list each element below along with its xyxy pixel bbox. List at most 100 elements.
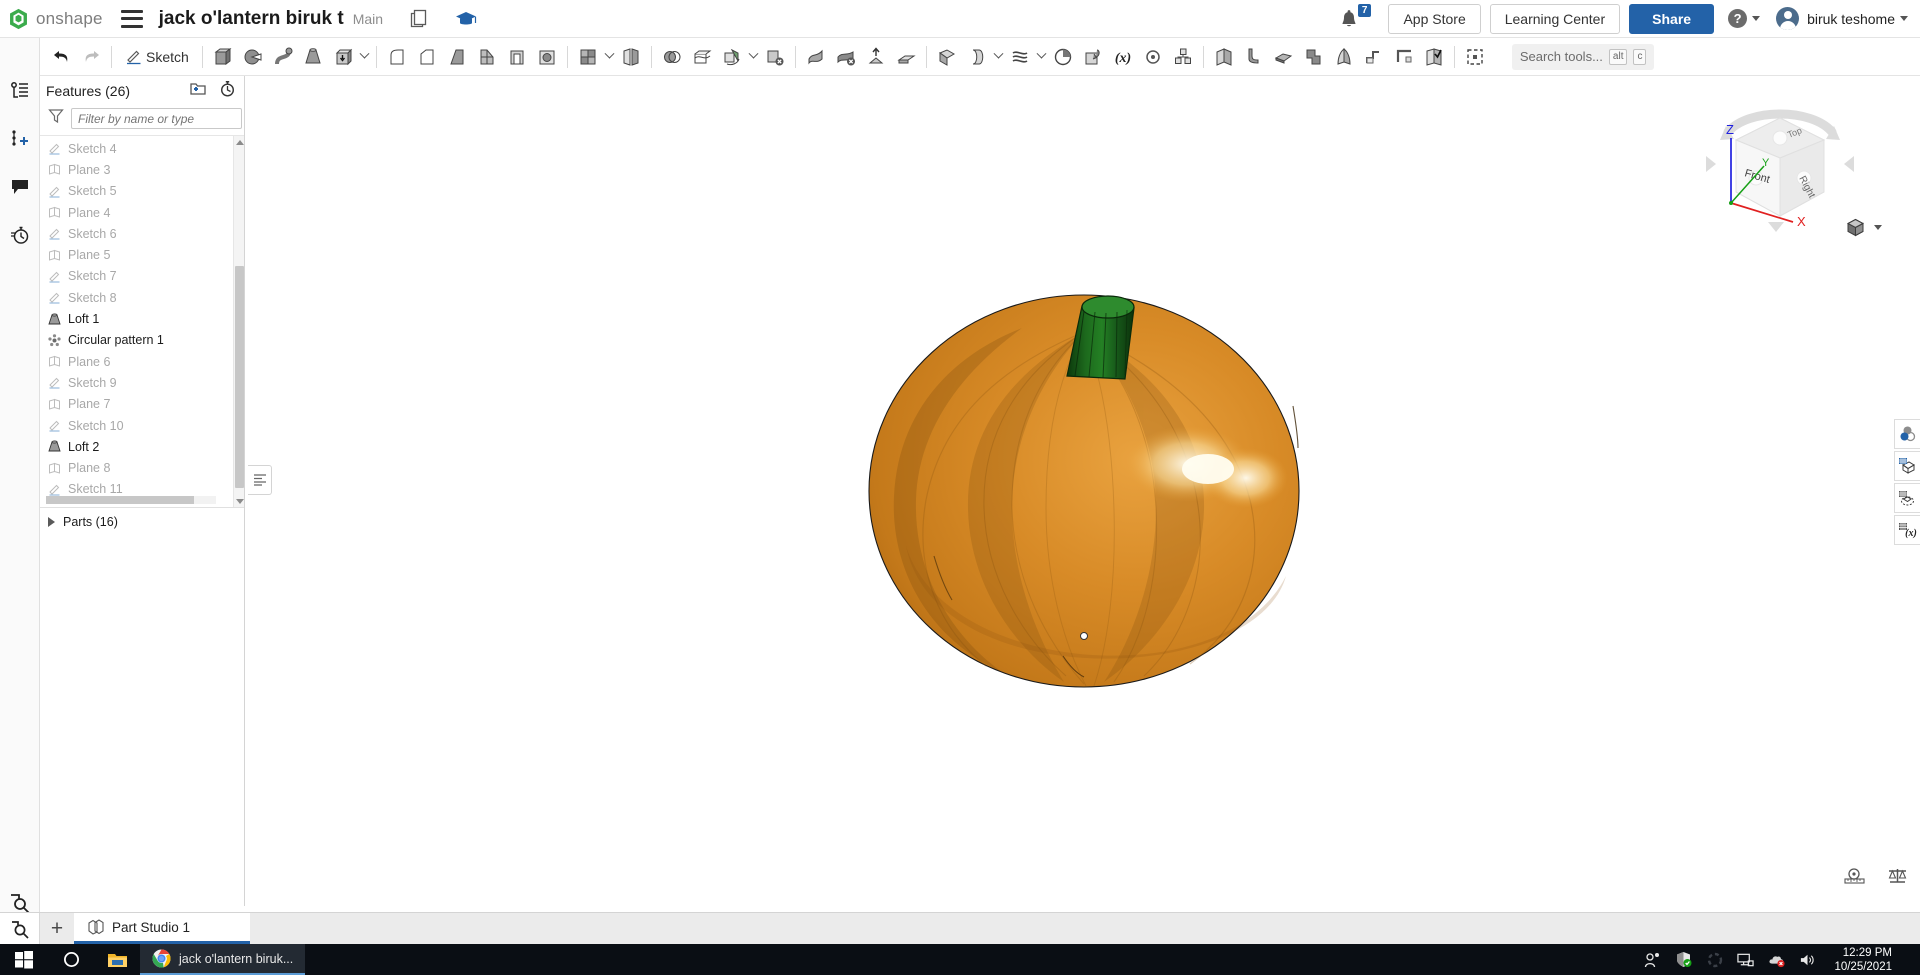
curve-icon[interactable]	[962, 42, 992, 72]
feature-list-icon[interactable]	[7, 78, 33, 104]
part-instance-icon[interactable]	[1048, 42, 1078, 72]
app-store-button[interactable]: App Store	[1388, 3, 1481, 34]
feature-row[interactable]: Sketch 9	[40, 372, 244, 393]
view-cube[interactable]: Top Front Right Z X Y	[1700, 96, 1860, 236]
scrollbar-thumb[interactable]	[235, 266, 244, 488]
features-filter-input[interactable]	[71, 108, 242, 129]
loft-icon[interactable]	[298, 42, 328, 72]
windows-start-icon[interactable]	[0, 950, 48, 969]
sweep-icon[interactable]	[268, 42, 298, 72]
corner-icon[interactable]	[1389, 42, 1419, 72]
chamfer-icon[interactable]	[412, 42, 442, 72]
tab-icon[interactable]	[1269, 42, 1299, 72]
hamburger-icon[interactable]	[120, 9, 143, 28]
enclose-icon[interactable]	[1078, 42, 1108, 72]
pumpkin-model[interactable]	[246, 76, 1920, 906]
rotate-section-icon[interactable]	[1894, 483, 1920, 513]
search-tools-box[interactable]: Search tools... alt c	[1511, 43, 1655, 70]
sketch-pattern-icon[interactable]	[573, 42, 603, 72]
feature-row[interactable]: Plane 7	[40, 394, 244, 415]
rollback-timer-icon[interactable]	[219, 80, 236, 102]
assembly-icon[interactable]	[1168, 42, 1198, 72]
help-menu[interactable]: ?	[1728, 9, 1761, 28]
feature-row[interactable]: Plane 5	[40, 244, 244, 265]
parts-section-header[interactable]: Parts (16)	[40, 507, 244, 535]
view-orientation-menu[interactable]	[1846, 218, 1882, 237]
feature-row[interactable]: Sketch 7	[40, 266, 244, 287]
mass-properties-icon[interactable]	[1887, 867, 1908, 890]
3d-viewport[interactable]: Top Front Right Z X Y (x)	[246, 76, 1920, 906]
chevron-down-icon[interactable]	[603, 42, 616, 72]
sketch-button[interactable]: Sketch	[117, 42, 197, 72]
split-icon[interactable]	[687, 42, 717, 72]
move-face-icon[interactable]	[861, 42, 891, 72]
feature-row[interactable]: Plane 3	[40, 159, 244, 180]
undo-arrow-icon[interactable]	[46, 42, 76, 72]
add-tab-button[interactable]: +	[40, 913, 74, 944]
helix-icon[interactable]	[1005, 42, 1035, 72]
feature-row[interactable]: Loft 1	[40, 308, 244, 329]
history-icon[interactable]	[7, 222, 33, 248]
extrude-icon[interactable]	[208, 42, 238, 72]
mirror-icon[interactable]	[616, 42, 646, 72]
share-button[interactable]: Share	[1629, 3, 1715, 34]
tab-part-studio-1[interactable]: Part Studio 1	[74, 913, 251, 944]
offset-surface-icon[interactable]	[891, 42, 921, 72]
hscrollbar-thumb[interactable]	[46, 496, 194, 504]
cortana-circle-icon[interactable]	[48, 951, 94, 968]
feature-row[interactable]: Plane 6	[40, 351, 244, 372]
import-derived-icon[interactable]	[328, 42, 358, 72]
origin-point-marker[interactable]	[1080, 632, 1088, 640]
scroll-down-arrow-icon[interactable]	[236, 499, 244, 504]
hem-icon[interactable]	[1299, 42, 1329, 72]
feature-row[interactable]: Sketch 6	[40, 223, 244, 244]
redo-arrow-icon[interactable]	[76, 42, 106, 72]
replace-face-icon[interactable]	[831, 42, 861, 72]
boolean-icon[interactable]	[657, 42, 687, 72]
features-vertical-scrollbar[interactable]	[233, 136, 244, 507]
jog-icon[interactable]	[1359, 42, 1389, 72]
onshape-logo[interactable]: onshape	[8, 8, 103, 30]
learning-cap-icon[interactable]	[453, 6, 479, 32]
new-folder-icon[interactable]	[189, 81, 207, 101]
measure-tape-icon[interactable]	[1844, 867, 1865, 890]
select-other-icon[interactable]	[1460, 42, 1490, 72]
feature-row[interactable]: Sketch 10	[40, 415, 244, 436]
copy-document-icon[interactable]	[405, 6, 431, 32]
tab-search-icon[interactable]	[0, 913, 40, 944]
learning-center-button[interactable]: Learning Center	[1489, 3, 1621, 34]
delete-face-icon[interactable]	[801, 42, 831, 72]
feature-row[interactable]: Sketch 5	[40, 181, 244, 202]
feature-row[interactable]: Plane 8	[40, 457, 244, 478]
scroll-up-arrow-icon[interactable]	[236, 140, 244, 145]
variable-icon[interactable]: (x)	[1108, 42, 1138, 72]
feature-row[interactable]: Circular pattern 1	[40, 330, 244, 351]
draft-icon[interactable]	[442, 42, 472, 72]
filter-funnel-icon[interactable]	[48, 108, 64, 129]
volume-icon[interactable]	[1799, 951, 1816, 968]
features-horizontal-scrollbar[interactable]	[46, 496, 216, 504]
section-view-icon[interactable]	[1894, 451, 1920, 481]
feature-row[interactable]: Plane 4	[40, 202, 244, 223]
configuration-icon[interactable]	[1138, 42, 1168, 72]
flange-icon[interactable]	[1239, 42, 1269, 72]
chevron-down-icon[interactable]	[358, 42, 371, 72]
measure-variable-icon[interactable]: (x)	[1894, 515, 1920, 545]
rib-icon[interactable]	[472, 42, 502, 72]
user-menu[interactable]: biruk teshome	[1776, 7, 1908, 30]
notifications-bell-icon[interactable]: 7	[1339, 3, 1372, 33]
comments-icon[interactable]	[7, 174, 33, 200]
people-icon[interactable]	[1644, 951, 1661, 968]
view-cube-svg[interactable]: Top Front Right Z X Y	[1700, 96, 1860, 236]
transform-icon[interactable]	[717, 42, 747, 72]
taskbar-clock[interactable]: 12:29 PM 10/25/2021	[1830, 946, 1892, 974]
plane-icon[interactable]	[932, 42, 962, 72]
show-desktop-button[interactable]	[1906, 944, 1912, 975]
sheetmetal-icon[interactable]	[1209, 42, 1239, 72]
fillet-icon[interactable]	[382, 42, 412, 72]
shell-icon[interactable]	[502, 42, 532, 72]
windows-defender-icon[interactable]	[1675, 951, 1692, 968]
chevron-down-icon[interactable]	[1035, 42, 1048, 72]
display-appearance-icon[interactable]	[1894, 419, 1920, 449]
hole-icon[interactable]	[532, 42, 562, 72]
